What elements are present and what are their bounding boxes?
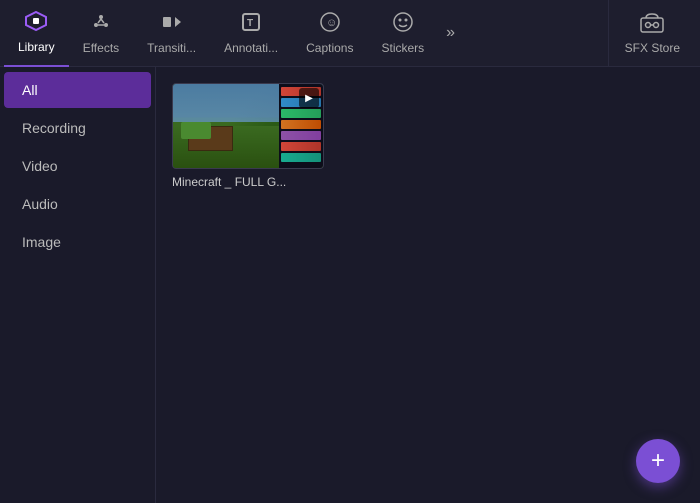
nav-label-annotations: Annotati... (224, 41, 278, 55)
media-play-icon: ▶ (299, 88, 319, 108)
media-grid: ▶ Minecraft _ FULL G... (172, 83, 684, 189)
content-area: ▶ Minecraft _ FULL G... + (156, 67, 700, 503)
sfx-store-icon (639, 12, 665, 37)
sidebar-item-recording[interactable]: Recording (4, 110, 151, 146)
annotations-icon: T (240, 11, 262, 37)
fab-add-button[interactable]: + (636, 439, 680, 483)
svg-text:T: T (247, 18, 253, 29)
sfx-store-label: SFX Store (625, 41, 680, 55)
more-icon: » (446, 24, 455, 42)
sidebar: All Recording Video Audio Image (0, 67, 156, 503)
effects-icon (90, 11, 112, 37)
sidebar-item-video-label: Video (22, 158, 58, 174)
nav-item-sfx-store[interactable]: SFX Store (608, 0, 696, 67)
captions-icon: ☺ (319, 11, 341, 37)
top-nav: Library Effects Transiti... (0, 0, 700, 67)
nav-more-button[interactable]: » (438, 0, 463, 67)
media-thumbnail-minecraft: ▶ (172, 83, 324, 169)
stickers-icon (392, 11, 414, 37)
nav-item-library[interactable]: Library (4, 0, 69, 67)
sidebar-item-audio-label: Audio (22, 196, 58, 212)
nav-label-effects: Effects (83, 41, 119, 55)
nav-item-transitions[interactable]: Transiti... (133, 0, 210, 67)
sidebar-item-all[interactable]: All (4, 72, 151, 108)
sidebar-item-image-label: Image (22, 234, 61, 250)
media-title-minecraft: Minecraft _ FULL G... (172, 175, 324, 189)
nav-item-stickers[interactable]: Stickers (367, 0, 438, 67)
sidebar-item-image[interactable]: Image (4, 224, 151, 260)
nav-item-effects[interactable]: Effects (69, 0, 133, 67)
svg-text:☺: ☺ (326, 17, 337, 29)
fab-plus-icon: + (651, 447, 665, 475)
nav-label-transitions: Transiti... (147, 41, 196, 55)
nav-label-stickers: Stickers (381, 41, 424, 55)
nav-item-captions[interactable]: ☺ Captions (292, 0, 367, 67)
sidebar-item-audio[interactable]: Audio (4, 186, 151, 222)
sidebar-item-recording-label: Recording (22, 120, 86, 136)
nav-item-annotations[interactable]: T Annotati... (210, 0, 292, 67)
transitions-icon (161, 11, 183, 37)
sidebar-item-all-label: All (22, 82, 38, 98)
main-content: All Recording Video Audio Image (0, 67, 700, 503)
nav-label-captions: Captions (306, 41, 353, 55)
nav-label-library: Library (18, 40, 55, 54)
library-icon (24, 10, 48, 36)
media-card-minecraft[interactable]: ▶ Minecraft _ FULL G... (172, 83, 324, 189)
sidebar-item-video[interactable]: Video (4, 148, 151, 184)
